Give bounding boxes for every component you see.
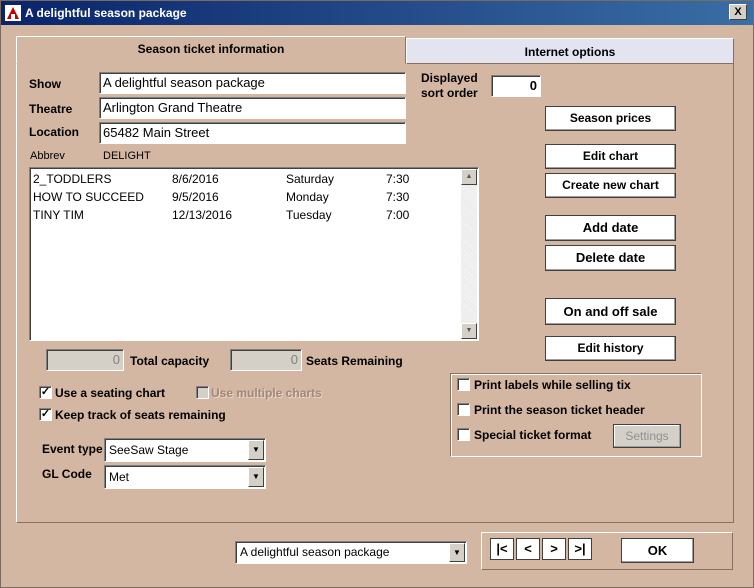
delete-date-button[interactable]: Delete date — [545, 245, 676, 271]
gl-code-select[interactable]: Met ▼ — [104, 465, 266, 489]
title-bar: A delightful season package X — [1, 1, 753, 25]
scroll-up-icon[interactable]: ▲ — [461, 169, 477, 185]
event-date: 8/6/2016 — [172, 172, 219, 186]
package-select-value: A delightful season package — [240, 545, 390, 559]
edit-chart-button[interactable]: Edit chart — [545, 144, 676, 169]
total-capacity-field: 0 — [46, 349, 124, 371]
close-button[interactable]: X — [729, 4, 747, 20]
event-time: 7:30 — [386, 190, 410, 204]
scroll-down-icon[interactable]: ▼ — [461, 323, 477, 339]
list-scrollbar[interactable]: ▲ ▼ — [461, 169, 477, 339]
print-header-checkbox[interactable] — [457, 403, 470, 416]
season-package-window: A delightful season package X Season tic… — [0, 0, 754, 588]
create-new-chart-button[interactable]: Create new chart — [545, 173, 676, 198]
first-record-button[interactable]: |< — [490, 538, 514, 560]
seating-chart-label: Use a seating chart — [55, 386, 166, 400]
list-item[interactable]: TINY TIM 12/13/2016 Tuesday 7:00 — [32, 206, 462, 224]
abbrev-label: Abbrev — [30, 150, 65, 162]
seating-chart-checkbox[interactable]: ✓ — [39, 386, 52, 399]
sort-order-label-line2: sort order — [421, 86, 478, 100]
chevron-down-icon[interactable]: ▼ — [449, 543, 465, 562]
event-name: TINY TIM — [33, 208, 84, 222]
seats-remaining-label: Seats Remaining — [306, 354, 403, 368]
theatre-field[interactable]: Arlington Grand Theatre — [99, 97, 406, 119]
last-record-button[interactable]: >| — [568, 538, 592, 560]
event-type-label: Event type — [42, 442, 103, 456]
event-name: HOW TO SUCCEED — [33, 190, 144, 204]
track-seats-checkbox[interactable]: ✓ — [39, 408, 52, 421]
app-icon — [5, 5, 21, 21]
add-date-button[interactable]: Add date — [545, 215, 676, 241]
window-title: A delightful season package — [25, 6, 187, 20]
on-and-off-sale-button[interactable]: On and off sale — [545, 298, 676, 325]
event-day: Tuesday — [286, 208, 332, 222]
event-type-select[interactable]: SeeSaw Stage ▼ — [104, 438, 266, 462]
theatre-label: Theatre — [29, 102, 73, 116]
previous-record-button[interactable]: < — [516, 538, 540, 560]
event-date: 12/13/2016 — [172, 208, 233, 222]
location-field[interactable]: 65482 Main Street — [99, 122, 406, 144]
event-day: Saturday — [286, 172, 335, 186]
event-type-value: SeeSaw Stage — [109, 443, 189, 457]
list-item[interactable]: HOW TO SUCCEED 9/5/2016 Monday 7:30 — [32, 188, 462, 206]
season-prices-button[interactable]: Season prices — [545, 106, 676, 131]
seats-remaining-field: 0 — [230, 349, 302, 371]
next-record-button[interactable]: > — [542, 538, 566, 560]
track-seats-label: Keep track of seats remaining — [55, 408, 226, 422]
list-item[interactable]: 2_TODDLERS 8/6/2016 Saturday 7:30 — [32, 170, 462, 188]
print-labels-checkbox[interactable] — [457, 378, 470, 391]
location-label: Location — [29, 125, 79, 139]
print-header-label: Print the season ticket header — [474, 403, 645, 417]
tab-season-ticket-information[interactable]: Season ticket information — [16, 36, 406, 64]
multiple-charts-checkbox — [196, 386, 209, 399]
event-time: 7:30 — [386, 172, 410, 186]
event-date: 9/5/2016 — [172, 190, 219, 204]
special-format-label: Special ticket format — [474, 428, 592, 442]
show-field[interactable]: A delightful season package — [99, 72, 406, 94]
sort-order-label-line1: Displayed — [421, 71, 478, 85]
edit-history-button[interactable]: Edit history — [545, 336, 676, 361]
abbrev-value: DELIGHT — [103, 150, 151, 162]
gl-code-label: GL Code — [42, 467, 92, 481]
sort-order-field[interactable]: 0 — [491, 75, 541, 97]
print-labels-label: Print labels while selling tix — [474, 378, 631, 392]
special-format-checkbox[interactable] — [457, 428, 470, 441]
event-name: 2_TODDLERS — [33, 172, 112, 186]
settings-button: Settings — [613, 424, 681, 448]
event-day: Monday — [286, 190, 329, 204]
total-capacity-label: Total capacity — [130, 354, 210, 368]
show-label: Show — [29, 77, 61, 91]
event-time: 7:00 — [386, 208, 410, 222]
chevron-down-icon[interactable]: ▼ — [248, 467, 264, 487]
multiple-charts-label: Use multiple charts — [211, 386, 322, 400]
event-dates-list[interactable]: 2_TODDLERS 8/6/2016 Saturday 7:30 HOW TO… — [29, 167, 479, 341]
package-select[interactable]: A delightful season package ▼ — [235, 541, 467, 564]
ok-button[interactable]: OK — [621, 538, 694, 563]
gl-code-value: Met — [109, 470, 130, 484]
tab-internet-options[interactable]: Internet options — [406, 38, 734, 64]
chevron-down-icon[interactable]: ▼ — [248, 440, 264, 460]
